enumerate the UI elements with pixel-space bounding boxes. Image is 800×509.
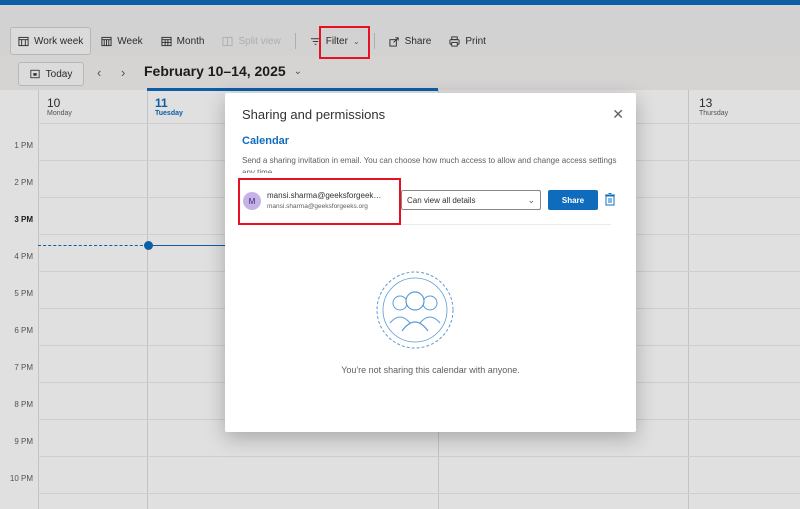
chevron-down-icon: ⌄	[527, 194, 535, 205]
trash-icon[interactable]	[603, 192, 617, 206]
dialog-title: Sharing and permissions	[242, 107, 386, 122]
empty-state-message: You're not sharing this calendar with an…	[341, 365, 520, 375]
share-button[interactable]: Share	[548, 190, 598, 210]
dialog-description: Send a sharing invitation in email. You …	[242, 156, 617, 173]
permission-dropdown[interactable]: Can view all details ⌄	[401, 190, 541, 210]
section-heading: Calendar	[242, 135, 290, 147]
close-icon[interactable]: ✕	[612, 106, 624, 123]
email-highlight-box	[238, 178, 401, 225]
no-sharing-illustration-icon	[376, 271, 454, 349]
permission-value: Can view all details	[407, 195, 476, 205]
share-highlight-box	[319, 26, 370, 59]
sharing-permissions-dialog: Sharing and permissions ✕ Calendar Send …	[225, 93, 636, 432]
